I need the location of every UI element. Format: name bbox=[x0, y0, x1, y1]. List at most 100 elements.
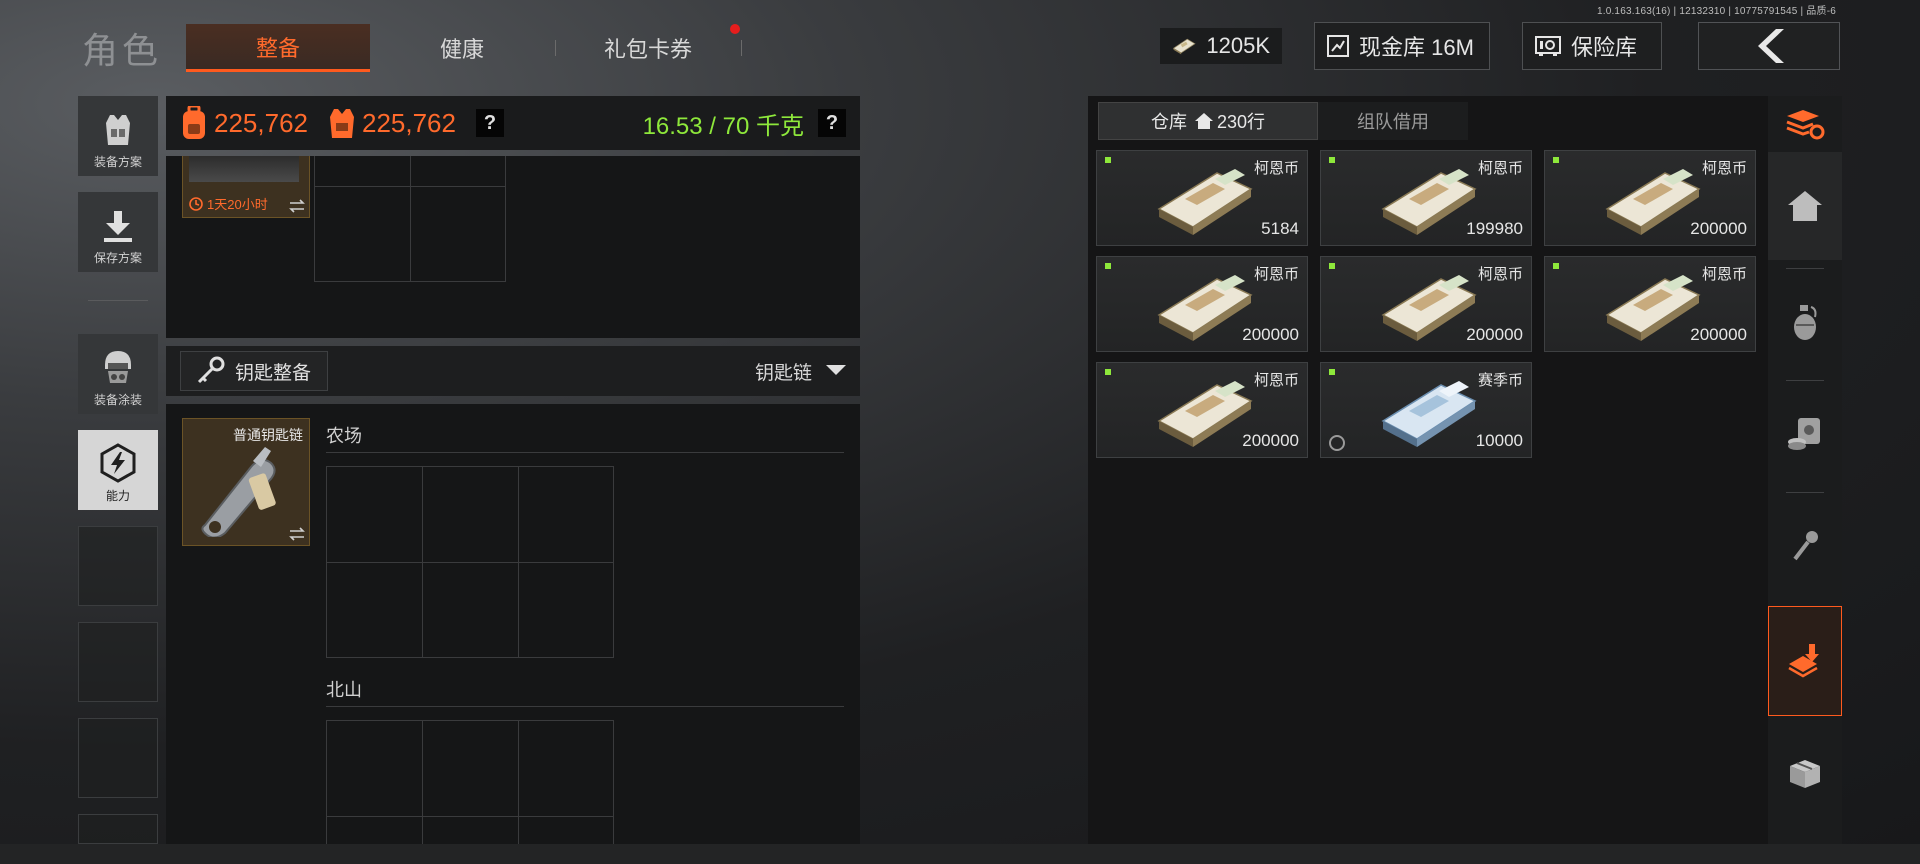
warehouse-tab-label: 仓库 bbox=[1150, 112, 1187, 132]
loadout-plan-button[interactable]: 装备方案 bbox=[78, 96, 158, 176]
tab-gift-coupons[interactable]: 礼包卡券 bbox=[556, 24, 740, 72]
vest-value-icon bbox=[329, 109, 354, 138]
cash-vault-button[interactable]: 现金库 16M bbox=[1314, 22, 1490, 70]
cash-stack-icon bbox=[1157, 169, 1253, 235]
grenade-icon bbox=[1794, 305, 1817, 340]
item-indicator bbox=[1553, 157, 1559, 163]
section-divider bbox=[326, 452, 844, 453]
item-indicator bbox=[1105, 263, 1111, 269]
save-plan-label: 保存方案 bbox=[93, 251, 142, 265]
grid-line bbox=[327, 562, 613, 563]
key-grid-north-mountain[interactable] bbox=[326, 720, 614, 844]
vault-icon bbox=[1327, 35, 1349, 57]
vest-icon bbox=[106, 115, 130, 145]
notification-dot bbox=[730, 24, 740, 34]
season-badge-icon bbox=[1329, 435, 1345, 451]
keychain-dropdown[interactable]: 钥匙链 bbox=[755, 358, 846, 385]
cash-stack-icon bbox=[1605, 275, 1701, 341]
home-small-icon bbox=[1194, 113, 1213, 129]
grid-line bbox=[315, 186, 505, 187]
back-button[interactable] bbox=[1698, 22, 1840, 70]
value-help-button[interactable]: ? bbox=[475, 109, 504, 137]
grid-line bbox=[410, 156, 411, 281]
cash-vault-label: 现金库 16M bbox=[1359, 35, 1474, 60]
page-title: 角色 bbox=[82, 30, 163, 71]
item-indicator bbox=[1329, 157, 1335, 163]
ability-icon bbox=[100, 443, 136, 483]
keychain-item[interactable]: 普通钥匙链 bbox=[182, 418, 310, 546]
item-indicator bbox=[1105, 157, 1111, 163]
safe-button[interactable]: 保险库 bbox=[1522, 22, 1662, 70]
collection-refresh-icon bbox=[1786, 110, 1825, 140]
item-count: 200000 bbox=[1466, 325, 1523, 344]
key-icon bbox=[197, 356, 225, 384]
rail-home-button[interactable] bbox=[1768, 152, 1842, 260]
menu-divider bbox=[88, 300, 148, 301]
item-name: 柯恩币 bbox=[1477, 266, 1523, 283]
grid-line bbox=[327, 816, 613, 817]
ability-button[interactable]: 能力 bbox=[78, 430, 158, 510]
swap-icon[interactable] bbox=[289, 527, 305, 541]
tab-equipment[interactable]: 整备 bbox=[186, 24, 370, 72]
rail-crates-button[interactable] bbox=[1768, 724, 1842, 824]
equipment-skin-button[interactable]: 装备涂装 bbox=[78, 334, 158, 414]
bottom-strip bbox=[0, 844, 1920, 864]
warehouse-item[interactable]: 柯恩币 200000 bbox=[1544, 150, 1756, 246]
save-plan-button[interactable]: 保存方案 bbox=[78, 192, 158, 272]
item-name: 柯恩币 bbox=[1253, 160, 1299, 177]
rail-keys-button[interactable] bbox=[1768, 496, 1842, 596]
keychain-icon bbox=[201, 447, 276, 537]
cash-icon bbox=[1172, 38, 1196, 55]
cash-stack-icon bbox=[1605, 169, 1701, 235]
rail-deposit-button[interactable] bbox=[1768, 606, 1842, 716]
tab-team-borrow[interactable]: 组队借用 bbox=[1318, 102, 1468, 140]
grid-line bbox=[422, 721, 423, 844]
currency-display: 1205K bbox=[1160, 28, 1282, 64]
rail-consumables-button[interactable] bbox=[1768, 272, 1842, 372]
tab-divider bbox=[741, 40, 742, 56]
carry-weight: 16.53 / 70 千克 bbox=[642, 112, 804, 140]
rail-valuables-button[interactable] bbox=[1768, 384, 1842, 484]
safe-icon bbox=[1535, 36, 1561, 56]
item-count: 5184 bbox=[1261, 219, 1299, 238]
rail-divider bbox=[1786, 492, 1824, 493]
keychain-dropdown-label: 钥匙链 bbox=[754, 362, 812, 384]
currency-amount: 1205K bbox=[1206, 33, 1270, 58]
cash-stack-icon bbox=[1381, 275, 1477, 341]
weight-help-button[interactable]: ? bbox=[818, 109, 846, 137]
item-indicator bbox=[1329, 263, 1335, 269]
deposit-icon bbox=[1788, 644, 1819, 678]
warehouse-item[interactable]: 柯恩币 199980 bbox=[1320, 150, 1532, 246]
tab-health[interactable]: 健康 bbox=[370, 24, 554, 72]
crate-icon bbox=[1790, 760, 1820, 788]
equipped-item-slot[interactable]: 1天20小时 bbox=[182, 156, 310, 218]
section-label-north-mountain: 北山 bbox=[326, 680, 362, 700]
warehouse-item[interactable]: 柯恩币 5184 bbox=[1096, 150, 1308, 246]
loadout-plan-label: 装备方案 bbox=[93, 155, 142, 169]
key-grid-farm[interactable] bbox=[326, 466, 614, 658]
item-thumbnail bbox=[189, 156, 299, 182]
rail-divider bbox=[1786, 268, 1824, 269]
item-indicator bbox=[1329, 369, 1335, 375]
empty-menu-slot bbox=[78, 718, 158, 798]
item-indicator bbox=[1553, 263, 1559, 269]
warehouse-rows: 230行 bbox=[1216, 112, 1266, 132]
item-name: 柯恩币 bbox=[1701, 266, 1747, 283]
section-label-farm: 农场 bbox=[326, 426, 362, 446]
sort-refresh-button[interactable] bbox=[1768, 96, 1842, 152]
gear-grid[interactable] bbox=[314, 156, 506, 282]
warehouse-item[interactable]: 柯恩币 200000 bbox=[1096, 362, 1308, 458]
equipment-skin-label: 装备涂装 bbox=[93, 393, 142, 407]
key-loadout-button[interactable]: 钥匙整备 bbox=[180, 351, 329, 391]
warehouse-item[interactable]: 柯恩币 200000 bbox=[1320, 256, 1532, 352]
swap-icon[interactable] bbox=[289, 199, 305, 213]
warehouse-item[interactable]: 赛季币 10000 bbox=[1320, 362, 1532, 458]
helmet-icon bbox=[105, 351, 131, 383]
backpack-icon bbox=[183, 106, 205, 139]
item-indicator bbox=[1105, 369, 1111, 375]
cash-box-icon bbox=[1788, 418, 1820, 450]
warehouse-item[interactable]: 柯恩币 200000 bbox=[1544, 256, 1756, 352]
warehouse-item[interactable]: 柯恩币 200000 bbox=[1096, 256, 1308, 352]
tab-warehouse[interactable]: 仓库 230行 bbox=[1098, 102, 1318, 140]
season-cash-icon bbox=[1381, 381, 1477, 447]
